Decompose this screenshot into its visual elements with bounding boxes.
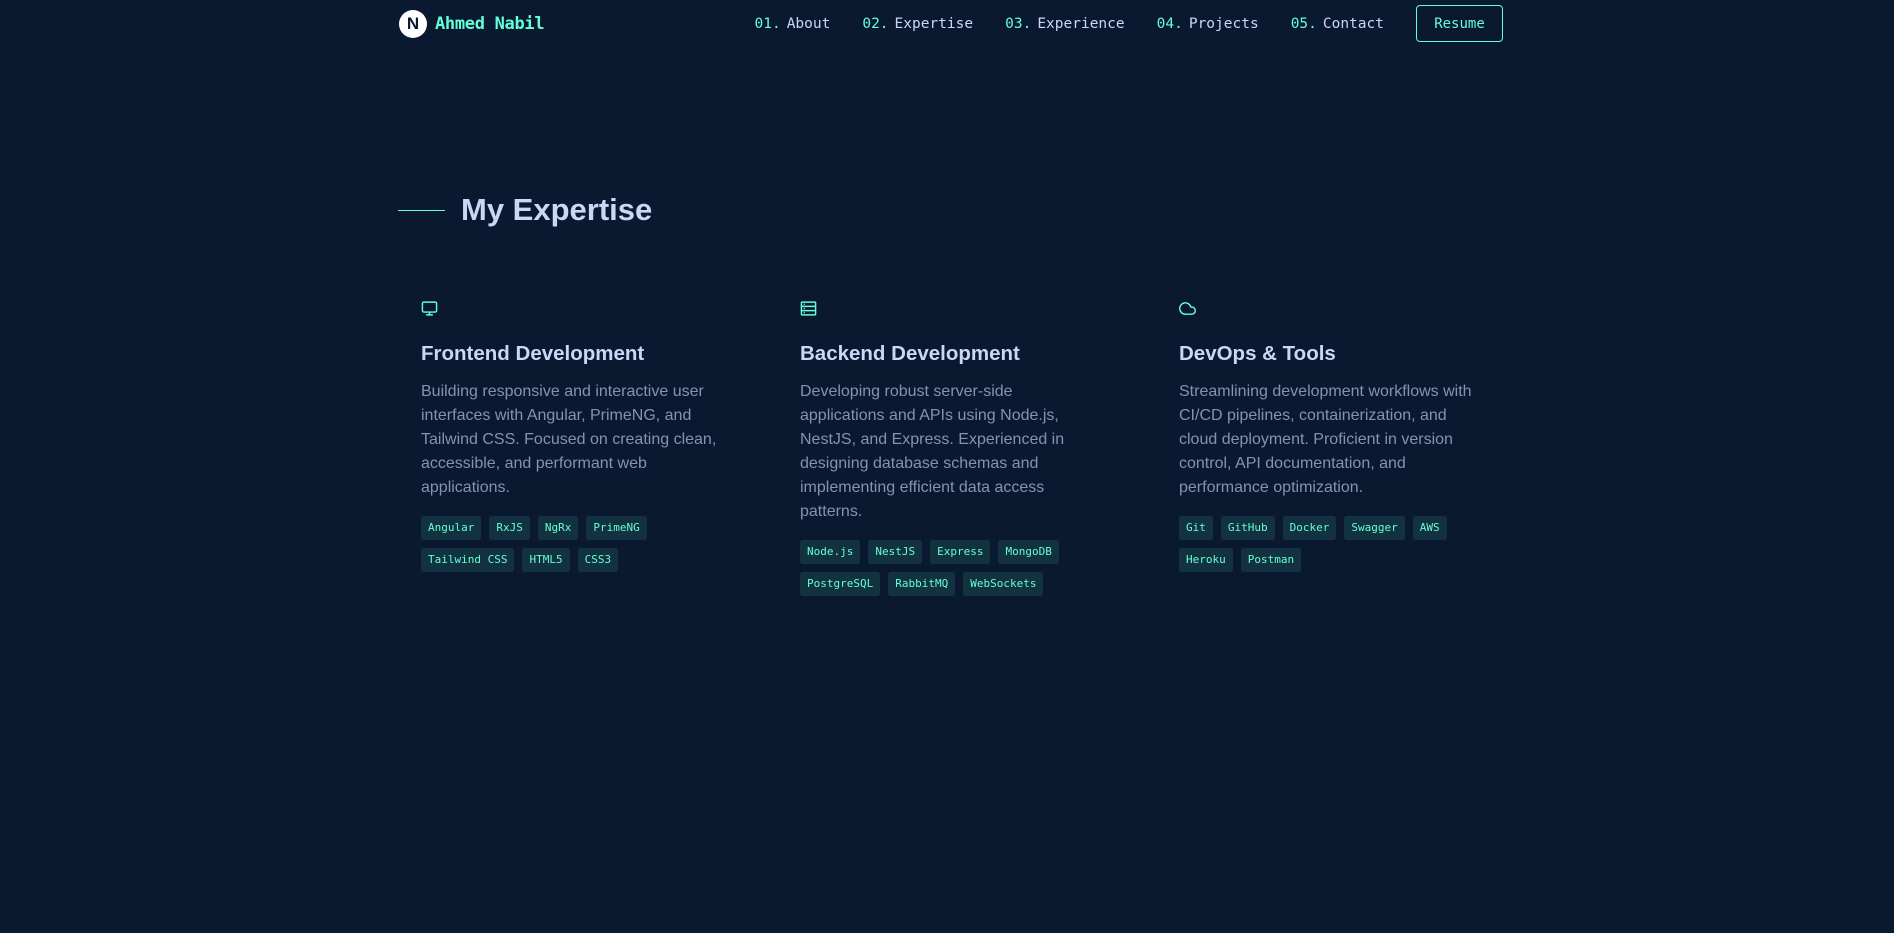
expertise-card-backend: Backend Development Developing robust se… xyxy=(800,300,1120,596)
tag-list: Git GitHub Docker Swagger AWS Heroku Pos… xyxy=(1179,516,1484,580)
card-description: Streamlining development workflows with … xyxy=(1179,383,1472,496)
tag-github: GitHub xyxy=(1220,516,1275,540)
tag-nodejs: Node.js xyxy=(800,540,861,564)
tag-html5: HTML5 xyxy=(522,548,570,572)
nav-number: 02. xyxy=(862,15,889,32)
nav-number: 05. xyxy=(1290,15,1317,32)
card-title: Frontend Development xyxy=(421,342,645,365)
card-description: Developing robust server-side applicatio… xyxy=(800,383,1065,520)
tag-primeng: PrimeNG xyxy=(586,516,647,540)
tag-angular: Angular xyxy=(421,516,482,540)
nav-number: 03. xyxy=(1005,15,1032,32)
expertise-card-devops: DevOps & Tools Streamlining development … xyxy=(1179,300,1499,572)
nav-number: 01. xyxy=(754,15,781,32)
tag-websockets: WebSockets xyxy=(963,572,1044,596)
tag-aws: AWS xyxy=(1412,516,1447,540)
tag-postgresql: PostgreSQL xyxy=(800,572,881,596)
tag-nestjs: NestJS xyxy=(868,540,923,564)
tag-css3: CSS3 xyxy=(577,548,619,572)
nav-label: Contact xyxy=(1322,15,1384,32)
nav-label: Experience xyxy=(1037,15,1125,32)
tag-heroku: Heroku xyxy=(1179,548,1233,572)
navbar: N Ahmed Nabil 01. About 02. Expertise 03. E… xyxy=(399,0,1503,48)
nav-link-about[interactable]: 01. About xyxy=(754,16,830,32)
section-title: My Expertise xyxy=(461,192,653,227)
tag-git: Git xyxy=(1179,516,1213,540)
server-icon xyxy=(800,301,817,316)
card-title: Backend Development xyxy=(800,342,1020,365)
tag-rxjs: RxJS xyxy=(489,516,530,540)
tag-swagger: Swagger xyxy=(1344,516,1405,540)
tag-ngrx: NgRx xyxy=(537,516,579,540)
section-heading: My Expertise xyxy=(398,190,652,230)
nav-links: 01. About 02. Expertise 03. Experience 04. P… xyxy=(754,5,1503,42)
resume-button[interactable]: Resume xyxy=(1416,5,1503,42)
tag-postman: Postman xyxy=(1240,548,1302,572)
card-title: DevOps & Tools xyxy=(1179,342,1336,365)
nav-label: Projects xyxy=(1188,15,1259,32)
logo-badge: N xyxy=(399,10,427,38)
nav-link-expertise[interactable]: 02. Expertise xyxy=(862,16,973,32)
tag-express: Express xyxy=(930,540,991,564)
tag-list: Angular RxJS NgRx PrimeNG Tailwind CSS H… xyxy=(421,516,726,580)
nav-link-projects[interactable]: 04. Projects xyxy=(1157,16,1259,32)
tag-list: Node.js NestJS Express MongoDB PostgreSQ… xyxy=(800,540,1090,604)
monitor-icon xyxy=(421,301,438,316)
tag-mongodb: MongoDB xyxy=(998,540,1059,564)
nav-link-experience[interactable]: 03. Experience xyxy=(1005,16,1125,32)
expertise-card-frontend: Frontend Development Building responsive… xyxy=(421,300,741,572)
nav-label: Expertise xyxy=(894,15,974,32)
heading-line xyxy=(398,209,445,211)
nav-link-contact[interactable]: 05. Contact xyxy=(1291,16,1384,32)
tag-tailwind-css: Tailwind CSS xyxy=(421,548,515,572)
card-description: Building responsive and interactive user… xyxy=(421,383,717,496)
cloud-icon xyxy=(1179,302,1196,315)
brand-link[interactable]: N Ahmed Nabil xyxy=(399,10,545,38)
tag-rabbitmq: RabbitMQ xyxy=(888,572,956,596)
tag-docker: Docker xyxy=(1282,516,1337,540)
nav-number: 04. xyxy=(1156,15,1183,32)
brand-name: Ahmed Nabil xyxy=(435,14,545,34)
nav-label: About xyxy=(786,15,831,32)
